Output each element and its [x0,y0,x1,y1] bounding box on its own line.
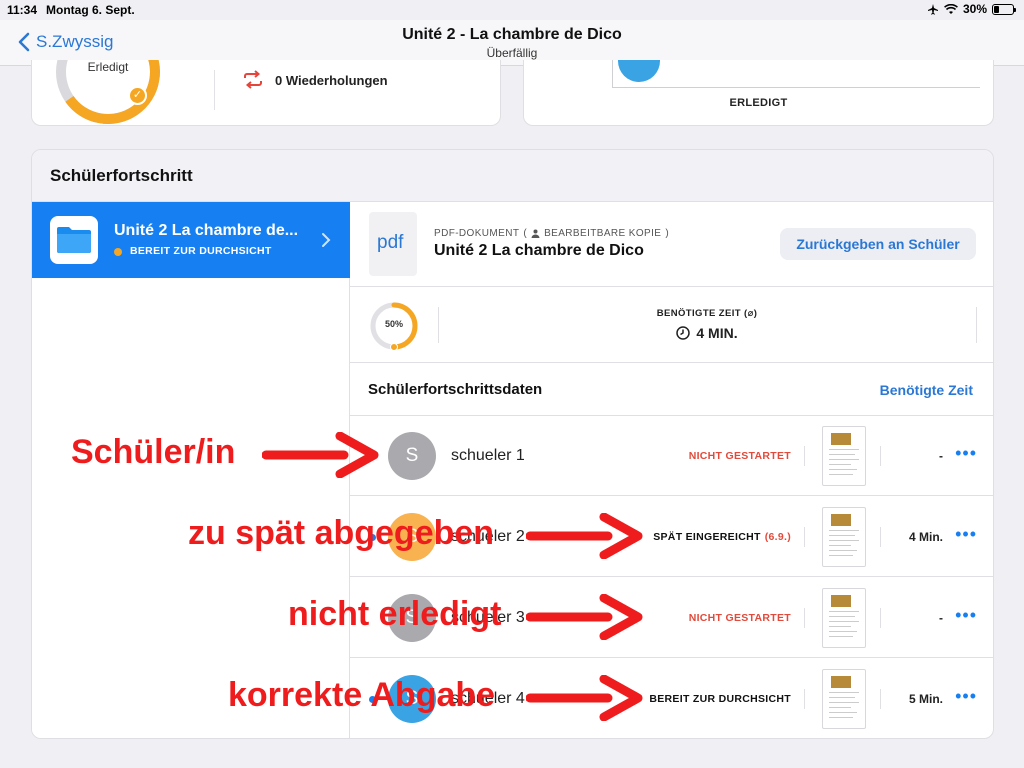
document-type-label: PDF-DOKUMENT [434,228,520,239]
divider [804,608,805,628]
page-subtitle: Überfällig [486,46,538,60]
sidebar-item-title: Unité 2 La chambre de... [114,222,299,239]
divider [880,608,881,628]
annotation-arrow-icon [262,432,379,478]
more-icon[interactable]: ••• [955,524,977,545]
time-needed: - [939,449,943,463]
annotation-arrow-icon [526,675,643,721]
status-text: BEREIT ZUR DURCHSICHT [649,693,791,705]
status-text: NICHT GESTARTET [688,612,791,624]
paren-open: ( [523,228,528,239]
date: Montag 6. Sept. [46,3,135,17]
airplane-icon [927,4,938,15]
repeat-icon [244,70,262,89]
chevron-right-icon [322,233,331,247]
divider [804,689,805,709]
submission-thumbnail[interactable] [822,669,866,729]
progress-data-title: Schülerfortschrittsdaten [368,381,543,398]
assignment-detail: pdf PDF-DOKUMENT ( BEARBEITBARE KOPIE ) … [350,202,993,738]
pdf-thumbnail[interactable]: pdf [369,212,417,276]
more-icon[interactable]: ••• [955,686,977,707]
divider [880,689,881,709]
sort-by-time-button[interactable]: Benötigte Zeit [880,382,973,398]
status-badge: SPÄT EINGEREICHT (6.9.) [653,531,791,543]
annotation-not-done: nicht erledigt [288,595,502,633]
more-icon[interactable]: ••• [955,605,977,626]
time-needed: 5 Min. [908,692,943,706]
table-row[interactable]: Sschueler 1 NICHT GESTARTET - ••• [350,416,993,496]
divider [880,527,881,547]
annotation-correct: korrekte Abgabe [228,676,496,714]
status-badge: NICHT GESTARTET [689,450,791,462]
annotation-arrow-icon [526,513,643,559]
chart-frame [612,60,980,88]
late-date: (6.9.) [764,531,791,543]
status-text: SPÄT EINGEREICHT [653,531,761,543]
summary-card-done: ERLEDIGT [523,60,994,126]
document-row: pdf PDF-DOKUMENT ( BEARBEITBARE KOPIE ) … [350,202,993,287]
divider [214,70,215,110]
battery-icon [992,3,1016,15]
person-icon [531,229,540,238]
student-name: schueler 1 [451,447,525,464]
summary-card-status: Erledigt ✓ 0 Wiederholungen [31,60,501,126]
submission-thumbnail[interactable] [822,426,866,486]
return-to-student-button[interactable]: Zurückgeben an Schüler [780,228,976,260]
status-badge: NICHT GESTARTET [689,612,791,624]
annotation-arrow-icon [526,594,643,640]
progress-ring-dot [390,343,398,351]
sidebar-item-status: BEREIT ZUR DURCHSICHT [130,245,272,257]
divider [976,307,977,343]
divider [880,446,881,466]
battery-percent: 30% [962,2,987,16]
progress-percent: 50% [384,319,403,329]
divider [804,527,805,547]
paren-close: ) [665,228,670,239]
avatar: S [388,432,436,480]
folder-icon [57,227,91,253]
stats-row: 50% BENÖTIGTE ZEIT (⌀) 4 MIN. [350,287,993,363]
submission-thumbnail[interactable] [822,507,866,567]
status-bar: 11:34 Montag 6. Sept. 30% [0,0,1024,20]
status-dot [114,248,122,256]
completion-ring-label: Erledigt [87,60,129,74]
clock-icon [676,326,691,340]
annotation-late: zu spät abgegeben [188,514,495,552]
time-needed: 4 Min. [908,530,943,544]
progress-data-header: Schülerfortschrittsdaten Benötigte Zeit [350,363,993,416]
time-needed-text: 4 MIN. [696,325,738,341]
time-needed: - [939,611,943,625]
clock: 11:34 [7,3,38,17]
annotation-student: Schüler/in [71,433,236,471]
files-app-icon [50,216,98,264]
wifi-icon [944,3,958,14]
sidebar-item-assignment[interactable]: Unité 2 La chambre de... BEREIT ZUR DURC… [32,202,350,278]
section-title: Schülerfortschritt [50,166,193,185]
submission-thumbnail[interactable] [822,588,866,648]
status-text: NICHT GESTARTET [688,450,791,462]
divider [804,446,805,466]
status-icons: 30% [927,2,1016,16]
status-badge: BEREIT ZUR DURCHSICHT [649,693,791,705]
repeat-count: 0 Wiederholungen [275,73,388,88]
pdf-label: pdf [377,232,404,253]
done-label: ERLEDIGT [729,97,788,109]
document-name: Unité 2 La chambre de Dico [434,242,644,259]
page-title: Unité 2 - La chambre de Dico [402,26,622,43]
checkmark-icon: ✓ [128,86,147,105]
section-header: Schülerfortschritt [32,150,993,202]
time-needed-value: 4 MIN. [438,325,976,341]
copy-label: BEARBEITBARE KOPIE [544,228,662,239]
more-icon[interactable]: ••• [955,443,977,464]
time-needed-label: BENÖTIGTE ZEIT (⌀) [656,308,758,319]
document-type: PDF-DOKUMENT ( BEARBEITBARE KOPIE ) [434,228,669,239]
